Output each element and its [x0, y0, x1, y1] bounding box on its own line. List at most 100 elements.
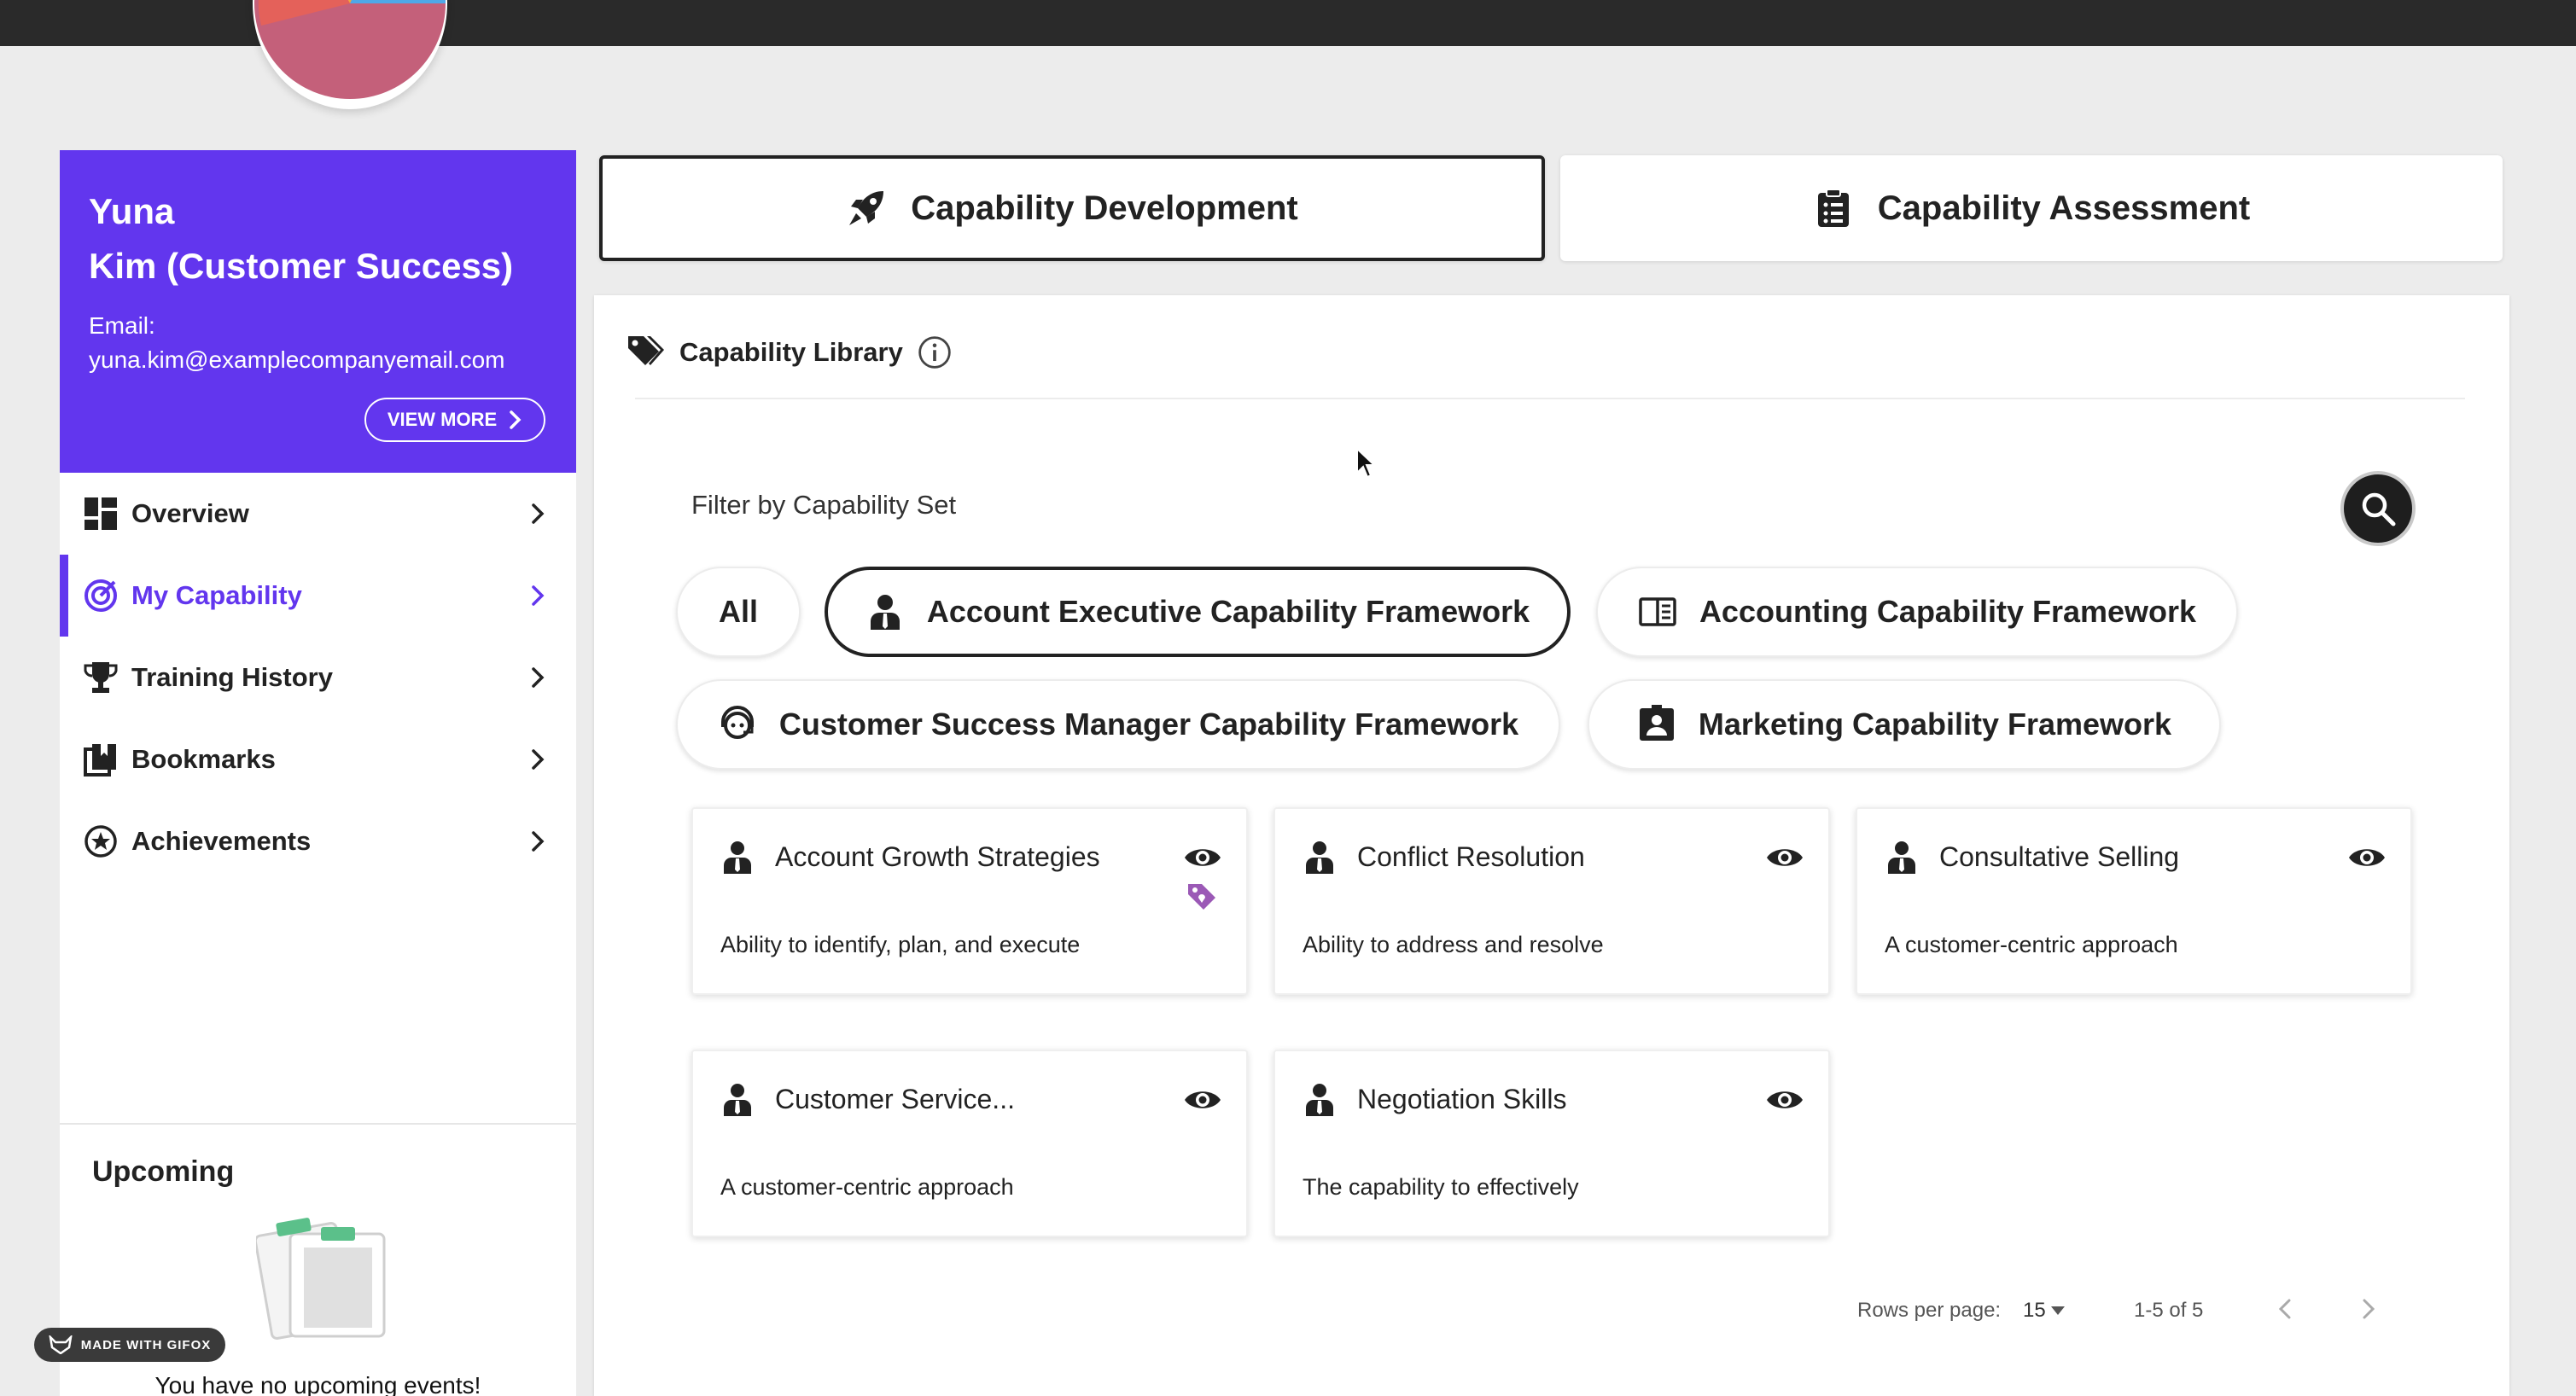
person-icon — [1306, 841, 1333, 874]
card-description: Ability to identify, plan, and execute — [720, 932, 1081, 957]
rows-per-page-value: 15 — [2023, 1299, 2046, 1322]
sidebar-item-my-capability[interactable]: My Capability — [60, 555, 576, 637]
tab-label: Capability Assessment — [1877, 189, 2251, 227]
chip-marketing[interactable]: Marketing Capability Framework — [1588, 679, 2221, 770]
trophy-icon — [84, 660, 118, 695]
email-label: Email: — [89, 312, 155, 339]
search-icon — [2362, 492, 2396, 526]
star-badge-icon — [84, 824, 118, 858]
rows-per-page-select[interactable]: 15 — [2023, 1299, 2065, 1323]
capability-card[interactable]: Consultative Selling A customer-centric … — [1856, 807, 2412, 995]
chip-label: Account Executive Capability Framework — [926, 594, 1530, 629]
search-button[interactable] — [2340, 471, 2416, 546]
profile-name-first: Yuna — [89, 191, 175, 231]
sidebar-item-label: Bookmarks — [131, 744, 276, 774]
chevron-right-icon — [510, 410, 522, 429]
chevron-right-icon — [532, 503, 545, 524]
sidebar-item-overview[interactable]: Overview — [60, 473, 576, 555]
tab-capability-development[interactable]: Capability Development — [599, 155, 1545, 261]
chip-label: Customer Success Manager Capability Fram… — [778, 707, 1519, 742]
sidebar-item-bookmarks[interactable]: Bookmarks — [60, 718, 576, 800]
chip-label: Marketing Capability Framework — [1698, 707, 2172, 742]
tab-label: Capability Development — [911, 189, 1298, 227]
library-title: Capability Library — [679, 337, 903, 367]
upcoming-divider — [60, 1123, 576, 1125]
card-title: Consultative Selling — [1939, 841, 2180, 872]
card-title: Account Growth Strategies — [775, 841, 1100, 872]
person-icon — [870, 595, 900, 630]
caret-down-icon — [2050, 1306, 2065, 1315]
company-logo — [253, 0, 447, 109]
eye-icon[interactable] — [1765, 845, 1804, 870]
sidebar-item-label: Training History — [131, 662, 333, 692]
person-icon — [724, 841, 751, 874]
chevron-right-icon — [532, 749, 545, 770]
profile-card: Yuna Kim (Customer Success) Email: yuna.… — [60, 150, 576, 473]
rocket-icon — [849, 191, 884, 225]
mouse-cursor-icon — [1356, 447, 1376, 479]
capability-card[interactable]: Customer Service... A customer-centric a… — [691, 1050, 1248, 1237]
person-icon — [1888, 841, 1915, 874]
id-card-icon — [1639, 705, 1674, 741]
fox-icon — [49, 1335, 73, 1354]
pagination-range: 1-5 of 5 — [2134, 1299, 2204, 1322]
view-more-label: VIEW MORE — [387, 409, 498, 430]
clipboard-list-icon — [1817, 189, 1849, 227]
sidebar-item-label: Overview — [131, 498, 249, 528]
chip-accounting[interactable]: Accounting Capability Framework — [1596, 567, 2238, 657]
card-description: A customer-centric approach — [1885, 932, 2178, 957]
person-icon — [724, 1084, 751, 1116]
profile-email: yuna.kim@examplecompanyemail.com — [89, 346, 505, 373]
sidebar: Overview My Capability Training History … — [60, 473, 576, 1396]
chevron-right-icon — [532, 585, 545, 606]
previous-page-icon[interactable] — [2274, 1297, 2298, 1321]
sidebar-item-training-history[interactable]: Training History — [60, 637, 576, 718]
capability-card[interactable]: Account Growth Strategies Ability to ide… — [691, 807, 1248, 995]
tags-icon — [628, 336, 664, 365]
tab-capability-assessment[interactable]: Capability Assessment — [1560, 155, 2503, 261]
card-title: Customer Service... — [775, 1084, 1015, 1114]
card-title: Negotiation Skills — [1357, 1084, 1567, 1114]
clipboard-illustration-icon — [254, 1212, 393, 1340]
gifox-badge: MADE WITH GIFOX — [34, 1328, 225, 1362]
logo-icon — [254, 0, 446, 99]
eye-icon[interactable] — [1183, 845, 1222, 870]
gifox-label: MADE WITH GIFOX — [80, 1337, 212, 1352]
card-title: Conflict Resolution — [1357, 841, 1585, 872]
card-description: A customer-centric approach — [720, 1174, 1014, 1200]
eye-icon[interactable] — [1765, 1087, 1804, 1113]
tag-icon — [1188, 884, 1215, 910]
info-icon[interactable] — [917, 334, 953, 370]
sidebar-item-label: My Capability — [131, 580, 302, 610]
chevron-right-icon — [532, 831, 545, 852]
capability-library-panel: Capability Library Filter by Capability … — [594, 295, 2509, 1396]
library-header: Capability Library — [627, 333, 953, 372]
capability-card[interactable]: Negotiation Skills The capability to eff… — [1273, 1050, 1830, 1237]
target-icon — [84, 579, 118, 613]
chip-all[interactable]: All — [676, 567, 801, 657]
headset-icon — [720, 706, 754, 739]
person-icon — [1306, 1084, 1333, 1116]
sidebar-item-label: Achievements — [131, 826, 312, 856]
no-events-message: You have no upcoming events! — [154, 1372, 481, 1396]
book-open-icon — [1639, 597, 1676, 626]
filter-label: Filter by Capability Set — [691, 490, 957, 520]
view-more-button[interactable]: VIEW MORE — [364, 398, 545, 442]
eye-icon[interactable] — [2347, 845, 2387, 870]
profile-name-last: Kim (Customer Success) — [89, 246, 514, 286]
card-description: Ability to address and resolve — [1303, 932, 1604, 957]
eye-icon[interactable] — [1183, 1087, 1222, 1113]
chip-label: Accounting Capability Framework — [1699, 594, 2197, 629]
rows-per-page-label: Rows per page: — [1857, 1299, 2002, 1322]
capability-card[interactable]: Conflict Resolution Ability to address a… — [1273, 807, 1830, 995]
header-divider — [635, 398, 2465, 399]
chevron-right-icon — [532, 667, 545, 688]
sidebar-item-achievements[interactable]: Achievements — [60, 800, 576, 882]
chip-account-executive[interactable]: Account Executive Capability Framework — [825, 567, 1571, 657]
chip-customer-success-manager[interactable]: Customer Success Manager Capability Fram… — [676, 679, 1560, 770]
card-description: The capability to effectively — [1303, 1174, 1579, 1200]
chip-label: All — [718, 594, 758, 629]
next-page-icon[interactable] — [2356, 1297, 2380, 1321]
bookmarks-icon — [84, 742, 118, 777]
upcoming-title: Upcoming — [92, 1155, 235, 1188]
